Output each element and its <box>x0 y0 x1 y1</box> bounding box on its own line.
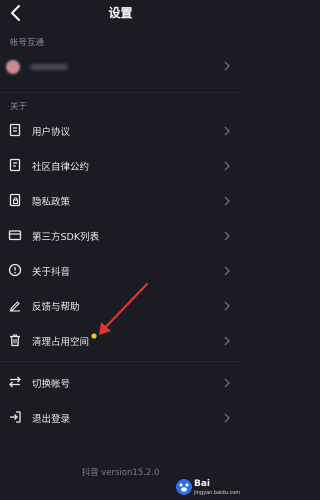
chevron-right-icon <box>224 196 230 206</box>
watermark-subtext: jingyan.baidu.com <box>194 490 241 496</box>
menu-item-label: 清理占用空间 <box>32 337 90 348</box>
chevron-right-icon <box>224 413 230 423</box>
switch-icon <box>9 376 21 388</box>
menu-item-user-agreement[interactable]: 用户协议 <box>0 117 241 145</box>
menu-item-label: 切换帐号 <box>32 379 71 390</box>
blurred-username <box>30 64 68 70</box>
menu-item-clear-storage[interactable]: 清理占用空间 <box>0 327 241 355</box>
menu-item-label: 社区自律公约 <box>32 162 90 173</box>
divider <box>0 361 241 362</box>
menu-item-logout[interactable]: 退出登录 <box>0 404 241 432</box>
edit-icon <box>10 301 20 312</box>
account-row[interactable] <box>0 52 241 80</box>
chevron-right-icon <box>224 336 230 346</box>
document-icon <box>9 158 21 172</box>
trash-icon <box>10 334 20 347</box>
menu-item-third-party-sdk[interactable]: 第三方SDK列表 <box>0 222 241 250</box>
section-label-account: 帐号互通 <box>10 38 45 48</box>
chevron-right-icon <box>224 126 230 136</box>
menu-item-label: 用户协议 <box>32 127 71 138</box>
chevron-right-icon <box>224 266 230 276</box>
menu-item-label: 退出登录 <box>32 414 71 425</box>
privacy-document-icon <box>9 193 21 207</box>
info-icon <box>8 263 22 277</box>
menu-item-label: 隐私政策 <box>32 197 71 208</box>
watermark: Bai jingyan.baidu.com <box>175 476 241 498</box>
logout-icon <box>10 411 21 423</box>
menu-item-switch-account[interactable]: 切换帐号 <box>0 369 241 397</box>
menu-item-about-douyin[interactable]: 关于抖音 <box>0 257 241 285</box>
menu-item-label: 反馈与帮助 <box>32 302 80 313</box>
document-icon <box>9 123 21 137</box>
chevron-right-icon <box>224 301 230 311</box>
divider <box>0 92 241 93</box>
baidu-paw-icon <box>176 479 192 495</box>
watermark-text: Bai <box>194 479 211 489</box>
menu-item-community-rules[interactable]: 社区自律公约 <box>0 152 241 180</box>
menu-item-feedback[interactable]: 反馈与帮助 <box>0 292 241 320</box>
page-title: 设置 <box>108 6 133 20</box>
chevron-right-icon <box>224 231 230 241</box>
avatar <box>6 60 20 74</box>
chevron-right-icon <box>224 161 230 171</box>
header: 设置 <box>0 0 241 28</box>
section-label-about: 关于 <box>10 102 28 112</box>
notification-dot <box>91 333 97 339</box>
menu-item-privacy-policy[interactable]: 隐私政策 <box>0 187 241 215</box>
menu-item-label: 关于抖音 <box>32 267 71 278</box>
chevron-right-icon <box>224 378 230 388</box>
card-icon <box>8 230 22 241</box>
chevron-right-icon <box>224 61 230 71</box>
menu-item-label: 第三方SDK列表 <box>32 232 100 243</box>
